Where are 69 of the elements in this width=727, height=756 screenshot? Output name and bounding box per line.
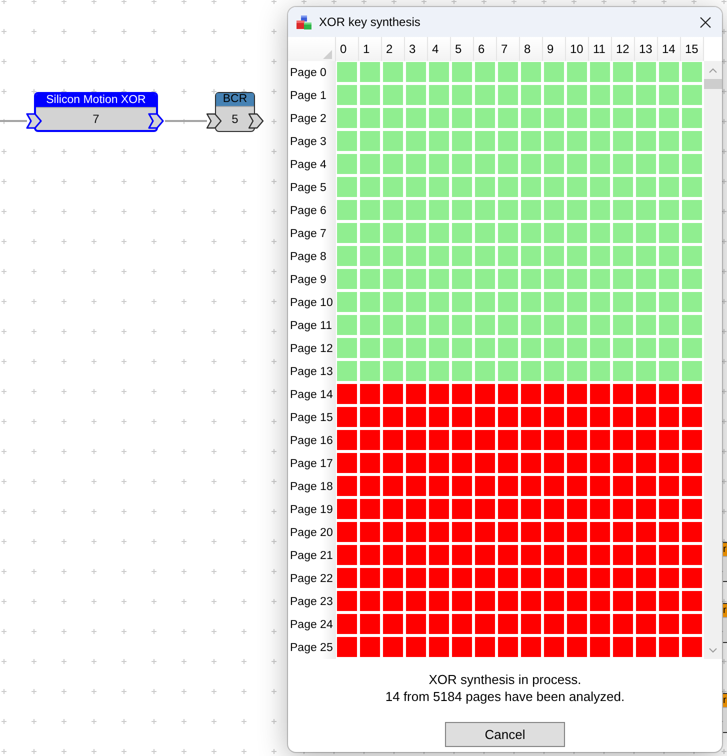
corner-triangle-icon — [323, 50, 332, 59]
port-arrow-icon[interactable] — [206, 113, 222, 129]
diagram-node[interactable]: BCR 5 — [215, 92, 255, 132]
node-value: 7 — [92, 112, 100, 126]
node-title: r — [723, 694, 727, 707]
status-message: XOR synthesis in process. — [428, 671, 582, 688]
row-header[interactable]: Page 24 — [288, 613, 336, 636]
diagram-node[interactable]: r — [723, 542, 727, 582]
cubes-icon — [296, 14, 312, 30]
column-header[interactable]: 6 — [474, 37, 497, 61]
node-value: 5 — [232, 112, 238, 126]
row-header[interactable]: Page 10 — [288, 291, 336, 314]
column-header[interactable]: 14 — [658, 37, 681, 61]
column-header[interactable]: 1 — [359, 37, 382, 61]
row-header[interactable]: Page 23 — [288, 590, 336, 613]
row-header[interactable]: Page 19 — [288, 498, 336, 521]
column-header[interactable]: 10 — [566, 37, 589, 61]
row-header[interactable]: Page 14 — [288, 383, 336, 406]
row-header[interactable]: Page 5 — [288, 176, 336, 199]
row-header[interactable]: Page 6 — [288, 199, 336, 222]
diagram-node[interactable]: r — [723, 693, 727, 733]
port-arrow-icon[interactable] — [248, 113, 264, 129]
node-title: r — [723, 604, 727, 617]
column-header[interactable]: 5 — [451, 37, 474, 61]
column-header[interactable]: 9 — [543, 37, 566, 61]
row-header[interactable]: Page 25 — [288, 636, 336, 659]
diagram-node[interactable]: r — [723, 603, 727, 643]
column-header[interactable]: 3 — [405, 37, 428, 61]
row-header[interactable]: Page 22 — [288, 567, 336, 590]
connector-line — [165, 120, 207, 122]
close-icon — [700, 16, 710, 28]
dialog-title: XOR key synthesis — [319, 15, 420, 29]
row-header[interactable]: Page 1 — [288, 84, 336, 107]
row-header[interactable]: Page 12 — [288, 337, 336, 360]
scrollbar-thumb[interactable] — [704, 79, 722, 89]
column-header[interactable]: 2 — [382, 37, 405, 61]
column-header[interactable]: 7 — [497, 37, 520, 61]
row-header[interactable]: Page 16 — [288, 429, 336, 452]
diagram-node[interactable]: Silicon Motion XOR 7 — [34, 92, 158, 132]
row-header[interactable]: Page 7 — [288, 222, 336, 245]
vertical-scrollbar[interactable] — [704, 61, 722, 659]
row-header[interactable]: Page 13 — [288, 360, 336, 383]
row-header[interactable]: Page 4 — [288, 153, 336, 176]
column-header[interactable]: 13 — [635, 37, 658, 61]
row-header[interactable]: Page 8 — [288, 245, 336, 268]
cancel-button[interactable]: Cancel — [445, 722, 565, 747]
port-arrow-icon[interactable] — [148, 113, 164, 129]
row-header[interactable]: Page 18 — [288, 475, 336, 498]
node-title: BCR — [216, 93, 254, 106]
column-header[interactable]: 12 — [612, 37, 635, 61]
row-header[interactable]: Page 3 — [288, 130, 336, 153]
column-header[interactable]: 0 — [336, 37, 359, 61]
column-header[interactable]: 8 — [520, 37, 543, 61]
node-title: Silicon Motion XOR — [36, 94, 156, 107]
node-title: r — [723, 543, 727, 556]
row-header[interactable]: Page 21 — [288, 544, 336, 567]
column-header[interactable]: 15 — [681, 37, 704, 61]
column-header[interactable]: 4 — [428, 37, 451, 61]
row-header[interactable]: Page 15 — [288, 406, 336, 429]
row-header[interactable]: Page 11 — [288, 314, 336, 337]
row-header[interactable]: Page 17 — [288, 452, 336, 475]
row-header[interactable]: Page 20 — [288, 521, 336, 544]
connector-line — [0, 120, 27, 122]
row-header[interactable]: Page 0 — [288, 61, 336, 84]
column-header[interactable]: 11 — [589, 37, 612, 61]
status-message: 14 from 5184 pages have been analyzed. — [385, 688, 625, 705]
row-header[interactable]: Page 2 — [288, 107, 336, 130]
row-header[interactable]: Page 9 — [288, 268, 336, 291]
port-arrow-icon[interactable] — [26, 113, 42, 129]
